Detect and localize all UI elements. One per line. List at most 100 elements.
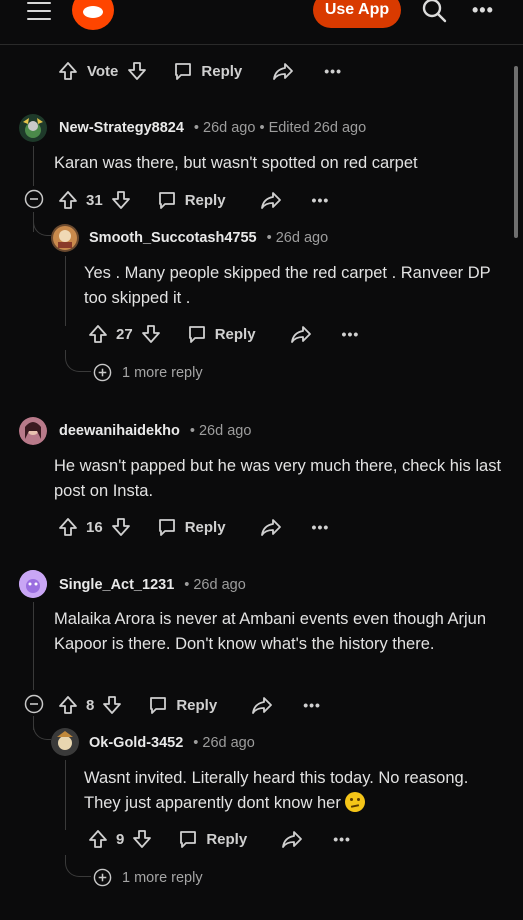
comment-actions: 8 Reply ••• bbox=[58, 690, 321, 720]
comment-meta: • 26d ago bbox=[266, 230, 329, 246]
more-actions-icon[interactable]: ••• bbox=[333, 831, 351, 847]
plus-circle-icon bbox=[93, 868, 112, 887]
search-icon[interactable] bbox=[421, 0, 447, 23]
vote-count: 31 bbox=[86, 191, 103, 209]
thread-connector bbox=[65, 855, 91, 877]
reply-button[interactable]: Reply bbox=[157, 517, 226, 537]
reply-button[interactable]: Reply bbox=[187, 324, 256, 344]
more-actions-icon[interactable]: ••• bbox=[303, 697, 321, 713]
comment-header: Smooth_Succotash4755 • 26d ago bbox=[89, 230, 328, 246]
reply-icon bbox=[158, 192, 175, 209]
thread-connector bbox=[65, 350, 91, 372]
reply-button[interactable]: Reply bbox=[178, 829, 247, 849]
menu-icon[interactable] bbox=[27, 2, 51, 22]
share-icon[interactable] bbox=[290, 324, 312, 344]
reply-button[interactable]: Reply bbox=[148, 695, 217, 715]
comment-body: He wasn't papped but he was very much th… bbox=[54, 457, 502, 500]
reddit-logo-icon[interactable] bbox=[72, 0, 114, 30]
upvote-icon[interactable] bbox=[58, 190, 78, 210]
reply-icon bbox=[150, 697, 167, 714]
previous-comment-actions: Vote Reply ••• bbox=[58, 56, 342, 86]
comment-header: Single_Act_1231 • 26d ago bbox=[59, 577, 246, 593]
collapse-icon[interactable] bbox=[24, 189, 44, 209]
vote-count: 9 bbox=[116, 830, 125, 848]
share-icon[interactable] bbox=[260, 190, 282, 210]
reply-label: Reply bbox=[176, 696, 218, 714]
more-actions-icon[interactable]: ••• bbox=[342, 326, 360, 342]
comment-meta: • 26d ago bbox=[189, 423, 252, 439]
reply-icon bbox=[188, 326, 205, 343]
downvote-icon[interactable] bbox=[132, 829, 152, 849]
username[interactable]: Ok-Gold-3452 bbox=[89, 735, 183, 751]
reply-label: Reply bbox=[201, 62, 243, 80]
avatar[interactable] bbox=[19, 570, 47, 598]
share-icon[interactable] bbox=[272, 61, 294, 81]
downvote-icon[interactable] bbox=[111, 517, 131, 537]
thread-line bbox=[33, 602, 34, 690]
reply-label: Reply bbox=[206, 830, 248, 848]
upvote-icon[interactable] bbox=[58, 695, 78, 715]
plus-circle-icon bbox=[93, 363, 112, 382]
thinking-face-emoji-icon bbox=[344, 791, 365, 812]
comment-text: Wasnt invited. Literally heard this toda… bbox=[84, 769, 469, 812]
avatar[interactable] bbox=[51, 224, 79, 252]
more-actions-icon[interactable]: ••• bbox=[312, 192, 330, 208]
more-options-icon[interactable]: ••• bbox=[472, 0, 494, 21]
upvote-icon[interactable] bbox=[88, 829, 108, 849]
downvote-icon[interactable] bbox=[102, 695, 122, 715]
comment-body: Wasnt invited. Literally heard this toda… bbox=[84, 766, 509, 815]
comment-actions: 9 Reply ••• bbox=[88, 824, 351, 854]
more-replies-label: 1 more reply bbox=[122, 364, 203, 381]
upvote-icon[interactable] bbox=[88, 324, 108, 344]
thread-connector bbox=[33, 218, 51, 236]
upvote-icon[interactable] bbox=[58, 61, 78, 81]
more-actions-icon[interactable]: ••• bbox=[312, 519, 330, 535]
more-replies-link[interactable]: 1 more reply bbox=[93, 363, 203, 382]
downvote-icon[interactable] bbox=[141, 324, 161, 344]
vote-count: 8 bbox=[86, 696, 95, 714]
comment-body: Malaika Arora is never at Ambani events … bbox=[54, 610, 487, 653]
downvote-icon[interactable] bbox=[111, 190, 131, 210]
comment-header: Ok-Gold-3452 • 26d ago bbox=[89, 735, 255, 751]
thread-line bbox=[33, 146, 34, 186]
upvote-icon[interactable] bbox=[58, 517, 78, 537]
username[interactable]: New-Strategy8824 bbox=[59, 120, 184, 136]
downvote-icon[interactable] bbox=[127, 61, 147, 81]
username[interactable]: deewanihaidekho bbox=[59, 423, 180, 439]
collapse-icon[interactable] bbox=[24, 694, 44, 714]
share-icon[interactable] bbox=[251, 695, 273, 715]
avatar[interactable] bbox=[19, 114, 47, 142]
username[interactable]: Single_Act_1231 bbox=[59, 577, 174, 593]
thread-line bbox=[65, 760, 66, 830]
more-replies-label: 1 more reply bbox=[122, 869, 203, 886]
share-icon[interactable] bbox=[281, 829, 303, 849]
top-bar: Use App ••• bbox=[0, 0, 523, 45]
reply-label: Reply bbox=[184, 191, 226, 209]
comment-actions: 31 Reply ••• bbox=[58, 185, 329, 215]
reply-button[interactable]: Reply bbox=[157, 190, 226, 210]
comment-meta: • 26d ago bbox=[193, 735, 255, 751]
comment-body: Yes . Many people skipped the red carpet… bbox=[84, 264, 491, 307]
avatar[interactable] bbox=[51, 728, 79, 756]
username[interactable]: Smooth_Succotash4755 bbox=[89, 230, 257, 246]
comment-meta: • 26d ago • Edited 26d ago bbox=[193, 120, 367, 136]
comment-meta: • 26d ago bbox=[184, 577, 246, 593]
vote-label: Vote bbox=[87, 62, 119, 80]
more-replies-link[interactable]: 1 more reply bbox=[93, 868, 203, 887]
comment-header: deewanihaidekho • 26d ago bbox=[59, 423, 251, 439]
reply-button[interactable]: Reply bbox=[173, 61, 242, 81]
thread-line bbox=[65, 256, 66, 326]
vote-count: 27 bbox=[116, 325, 133, 343]
avatar[interactable] bbox=[19, 417, 47, 445]
use-app-button[interactable]: Use App bbox=[313, 0, 401, 28]
reply-label: Reply bbox=[184, 518, 226, 536]
comment-actions: 16 Reply ••• bbox=[58, 512, 329, 542]
reply-icon bbox=[175, 63, 192, 80]
comment-header: New-Strategy8824 • 26d ago • Edited 26d … bbox=[59, 120, 366, 136]
more-actions-icon[interactable]: ••• bbox=[324, 63, 342, 79]
share-icon[interactable] bbox=[260, 517, 282, 537]
vote-count: 16 bbox=[86, 518, 103, 536]
comment-body: Karan was there, but wasn't spotted on r… bbox=[54, 154, 418, 172]
reply-icon bbox=[180, 831, 197, 848]
scrollbar[interactable] bbox=[514, 66, 518, 238]
